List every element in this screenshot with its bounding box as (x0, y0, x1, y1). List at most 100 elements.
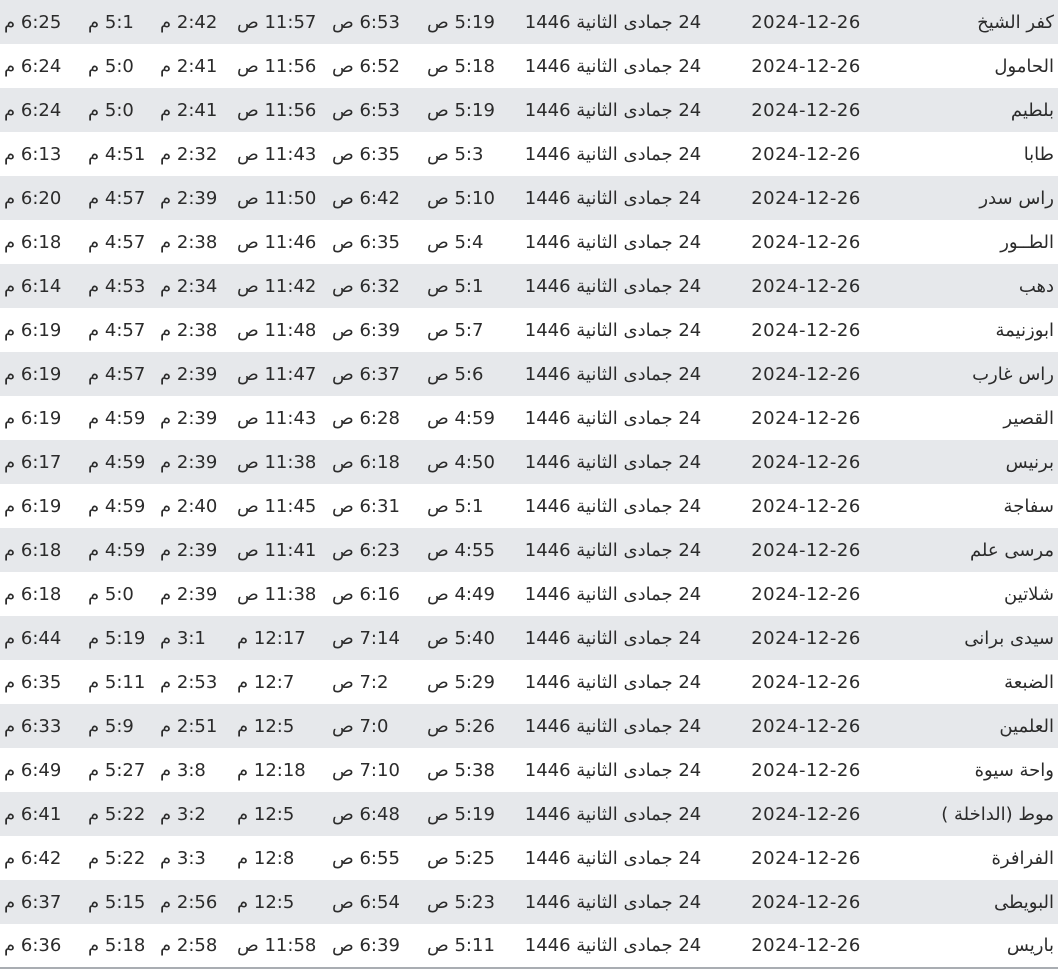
asr-time-cell-text: 2:32 م (160, 143, 218, 165)
hijri-date-cell-text: 24 جمادى الثانية 1446 (524, 495, 702, 517)
sunrise-time-cell-text: 6:53 ص (332, 11, 400, 33)
maghrib-time-cell-text: 5:0 م (88, 99, 134, 121)
dhuhr-time-cell: 12:5 م (233, 704, 328, 748)
maghrib-time-cell-text: 5:22 م (88, 803, 146, 825)
asr-time-cell: 2:40 م (156, 484, 233, 528)
fajr-time-cell-text: 5:3 ص (427, 143, 484, 165)
gregorian-date-cell-text: 2024-12-26 (751, 231, 861, 253)
fajr-time-cell: 5:18 ص (423, 44, 518, 88)
maghrib-time-cell: 5:9 م (84, 704, 156, 748)
table-body: كفر الشيخ 2024-12-26 24 جمادى الثانية 1446… (0, 0, 1058, 969)
asr-time-cell-text: 2:38 م (160, 231, 218, 253)
dhuhr-time-cell: 12:7 م (233, 660, 328, 704)
city-cell-text: الطــور (1000, 231, 1054, 253)
gregorian-date-cell-text: 2024-12-26 (751, 187, 861, 209)
dhuhr-time-cell-text: 11:56 ص (237, 99, 317, 121)
maghrib-time-cell-text: 5:19 م (88, 627, 146, 649)
isha-time-cell: 6:19 م (0, 308, 84, 352)
city-cell-text: الضبعة (1004, 671, 1054, 693)
sunrise-time-cell: 6:23 ص (328, 528, 423, 572)
dhuhr-time-cell-text: 11:38 ص (237, 583, 317, 605)
city-cell: مرسى علم (888, 528, 1058, 572)
asr-time-cell-text: 2:53 م (160, 671, 218, 693)
gregorian-date-cell-text: 2024-12-26 (751, 451, 861, 473)
hijri-date-cell: 24 جمادى الثانية 1446 (518, 836, 708, 880)
hijri-date-cell-text: 24 جمادى الثانية 1446 (524, 99, 702, 121)
maghrib-time-cell-text: 4:59 م (88, 451, 146, 473)
dhuhr-time-cell-text: 11:41 ص (237, 539, 317, 561)
fajr-time-cell-text: 4:50 ص (427, 451, 495, 473)
dhuhr-time-cell-text: 11:48 ص (237, 319, 317, 341)
sunrise-time-cell: 6:55 ص (328, 836, 423, 880)
dhuhr-time-cell: 11:56 ص (233, 44, 328, 88)
gregorian-date-cell: 2024-12-26 (708, 748, 888, 792)
sunrise-time-cell-text: 7:2 ص (332, 671, 389, 693)
gregorian-date-cell: 2024-12-26 (708, 528, 888, 572)
sunrise-time-cell-text: 6:39 ص (332, 319, 400, 341)
hijri-date-cell: 24 جمادى الثانية 1446 (518, 704, 708, 748)
asr-time-cell: 3:3 م (156, 836, 233, 880)
gregorian-date-cell-text: 2024-12-26 (751, 143, 861, 165)
asr-time-cell: 3:2 م (156, 792, 233, 836)
fajr-time-cell: 4:59 ص (423, 396, 518, 440)
dhuhr-time-cell-text: 12:5 م (237, 715, 295, 737)
fajr-time-cell: 5:25 ص (423, 836, 518, 880)
isha-time-cell-text: 6:20 م (4, 187, 62, 209)
gregorian-date-cell-text: 2024-12-26 (751, 495, 861, 517)
maghrib-time-cell-text: 5:0 م (88, 583, 134, 605)
isha-time-cell: 6:42 م (0, 836, 84, 880)
sunrise-time-cell-text: 7:10 ص (332, 759, 400, 781)
table-row: الضبعة 2024-12-26 24 جمادى الثانية 1446 5:2… (0, 660, 1058, 704)
dhuhr-time-cell-text: 12:5 م (237, 803, 295, 825)
isha-time-cell: 6:41 م (0, 792, 84, 836)
sunrise-time-cell-text: 6:35 ص (332, 231, 400, 253)
maghrib-time-cell-text: 4:51 م (88, 143, 146, 165)
fajr-time-cell-text: 5:1 ص (427, 275, 484, 297)
city-cell: الحامول (888, 44, 1058, 88)
maghrib-time-cell: 4:59 م (84, 484, 156, 528)
isha-time-cell-text: 6:37 م (4, 891, 62, 913)
fajr-time-cell: 5:38 ص (423, 748, 518, 792)
fajr-time-cell-text: 4:49 ص (427, 583, 495, 605)
gregorian-date-cell: 2024-12-26 (708, 836, 888, 880)
dhuhr-time-cell-text: 12:18 م (237, 759, 306, 781)
sunrise-time-cell: 6:42 ص (328, 176, 423, 220)
sunrise-time-cell-text: 6:53 ص (332, 99, 400, 121)
isha-time-cell-text: 6:18 م (4, 231, 62, 253)
fajr-time-cell-text: 5:29 ص (427, 671, 495, 693)
maghrib-time-cell-text: 4:59 م (88, 495, 146, 517)
sunrise-time-cell-text: 6:54 ص (332, 891, 400, 913)
fajr-time-cell: 4:55 ص (423, 528, 518, 572)
city-cell: شلاتين (888, 572, 1058, 616)
maghrib-time-cell-text: 4:57 م (88, 231, 146, 253)
fajr-time-cell: 5:10 ص (423, 176, 518, 220)
gregorian-date-cell-text: 2024-12-26 (751, 407, 861, 429)
sunrise-time-cell-text: 6:37 ص (332, 363, 400, 385)
hijri-date-cell-text: 24 جمادى الثانية 1446 (524, 935, 702, 956)
sunrise-time-cell-text: 6:28 ص (332, 407, 400, 429)
maghrib-time-cell-text: 5:0 م (88, 55, 134, 77)
asr-time-cell: 2:39 م (156, 528, 233, 572)
hijri-date-cell: 24 جمادى الثانية 1446 (518, 220, 708, 264)
isha-time-cell-text: 6:13 م (4, 143, 62, 165)
fajr-time-cell-text: 5:19 ص (427, 99, 495, 121)
city-cell-text: دهب (1018, 275, 1054, 297)
hijri-date-cell-text: 24 جمادى الثانية 1446 (524, 363, 702, 385)
city-cell: واحة سيوة (888, 748, 1058, 792)
table-row: كفر الشيخ 2024-12-26 24 جمادى الثانية 1446… (0, 0, 1058, 44)
maghrib-time-cell: 4:59 م (84, 440, 156, 484)
gregorian-date-cell-text: 2024-12-26 (751, 671, 861, 693)
sunrise-time-cell: 7:0 ص (328, 704, 423, 748)
city-cell-text: سيدى برانى (964, 627, 1054, 649)
dhuhr-time-cell-text: 12:7 م (237, 671, 295, 693)
fajr-time-cell: 5:3 ص (423, 132, 518, 176)
hijri-date-cell: 24 جمادى الثانية 1446 (518, 660, 708, 704)
fajr-time-cell-text: 5:10 ص (427, 187, 495, 209)
dhuhr-time-cell-text: 11:50 ص (237, 187, 317, 209)
sunrise-time-cell: 6:35 ص (328, 132, 423, 176)
gregorian-date-cell-text: 2024-12-26 (751, 55, 861, 77)
fajr-time-cell-text: 5:19 ص (427, 11, 495, 33)
hijri-date-cell: 24 جمادى الثانية 1446 (518, 924, 708, 969)
gregorian-date-cell-text: 2024-12-26 (751, 715, 861, 737)
dhuhr-time-cell: 11:47 ص (233, 352, 328, 396)
